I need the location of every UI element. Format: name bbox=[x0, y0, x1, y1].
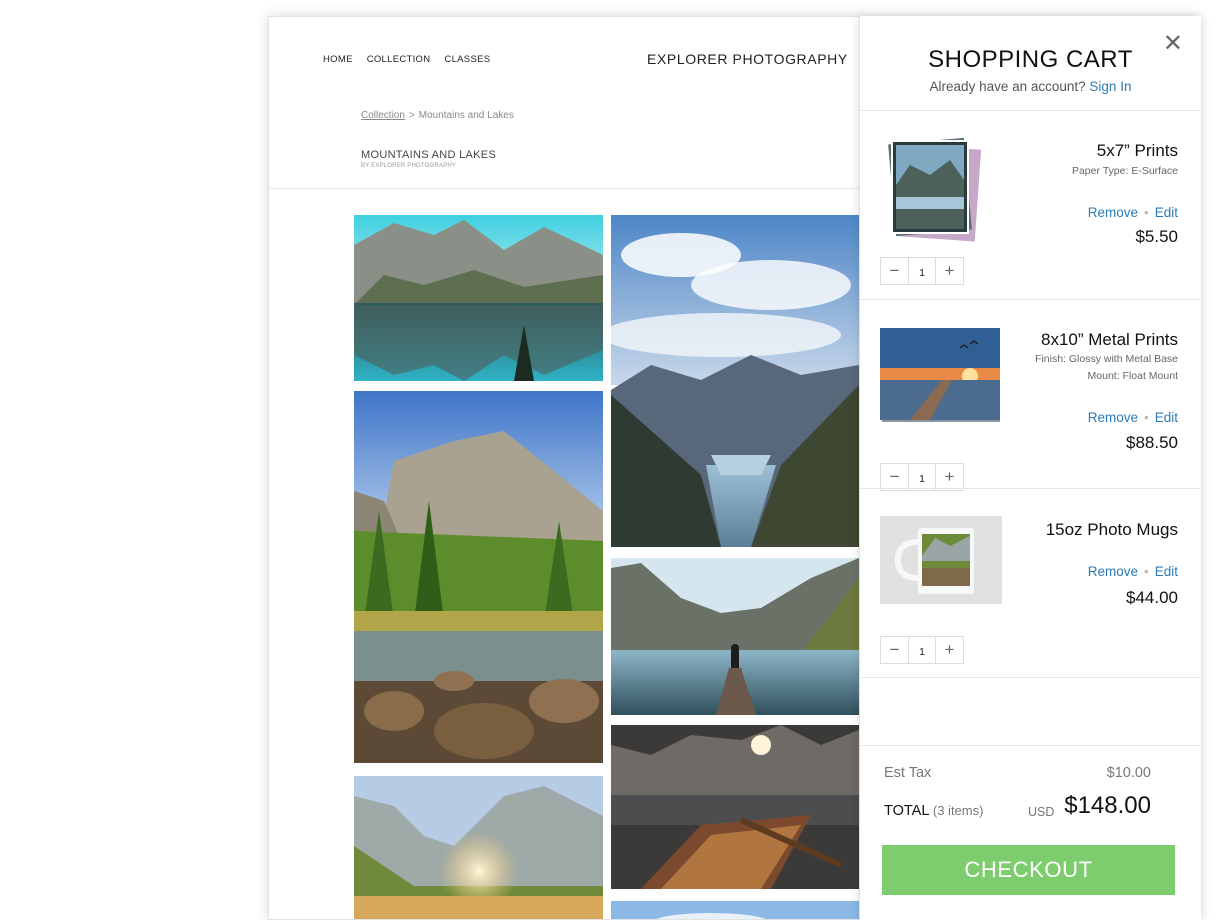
quantity-value[interactable]: 1 bbox=[908, 637, 936, 663]
account-prompt-text: Already have an account? bbox=[929, 79, 1086, 94]
total-item-count: (3 items) bbox=[932, 803, 984, 818]
tax-label: Est Tax bbox=[884, 765, 932, 781]
total-currency: USD bbox=[1028, 805, 1055, 819]
item-price: $44.00 bbox=[1126, 588, 1178, 607]
tax-value: $10.00 bbox=[1106, 765, 1151, 781]
breadcrumb-current: Mountains and Lakes bbox=[418, 110, 514, 121]
item-detail: Paper Type: E-Surface bbox=[1071, 165, 1178, 177]
total-label: TOTAL (3 items) bbox=[884, 803, 983, 819]
item-thumbnail-mug[interactable] bbox=[880, 516, 1002, 609]
nav-classes[interactable]: CLASSES bbox=[444, 54, 490, 65]
breadcrumb-separator: > bbox=[408, 110, 415, 121]
cart-title: SHOPPING CART bbox=[928, 46, 1133, 73]
quantity-stepper: − 1 + bbox=[880, 636, 964, 664]
nav-collection[interactable]: COLLECTION bbox=[367, 54, 431, 65]
gallery-title: MOUNTAINS AND LAKES bbox=[361, 149, 497, 161]
total-label-text: TOTAL bbox=[884, 803, 929, 819]
photo-sky-partial[interactable] bbox=[611, 901, 859, 919]
item-price: $5.50 bbox=[1135, 227, 1178, 246]
close-icon[interactable]: ✕ bbox=[1163, 29, 1183, 58]
item-detail: Mount: Float Mount bbox=[1087, 370, 1178, 382]
totals-divider bbox=[860, 745, 1201, 746]
photo-dock-person-lake[interactable] bbox=[611, 558, 859, 715]
cart-item-photo-mugs: 15oz Photo Mugs Remove • Edit $44.00 − 1 + bbox=[860, 489, 1202, 677]
increment-button[interactable]: + bbox=[936, 258, 963, 284]
photo-yosemite-river[interactable] bbox=[354, 391, 603, 763]
cart-item-metal-prints: 8x10” Metal Prints Finish: Glossy with M… bbox=[860, 300, 1202, 491]
photo-mountain-lake-reflection[interactable] bbox=[354, 215, 603, 381]
decrement-button[interactable]: − bbox=[881, 258, 908, 284]
decrement-button[interactable]: − bbox=[881, 637, 908, 663]
item-name: 5x7” Prints bbox=[1096, 141, 1178, 160]
increment-button[interactable]: + bbox=[936, 637, 963, 663]
cart-item-prints: 5x7” Prints Paper Type: E-Surface Remove… bbox=[860, 111, 1202, 299]
item-detail: Finish: Glossy with Metal Base bbox=[1035, 353, 1178, 365]
quantity-stepper: − 1 + bbox=[880, 463, 964, 491]
photo-lake-valley-clouds[interactable] bbox=[611, 215, 859, 547]
quantity-value[interactable]: 1 bbox=[908, 464, 936, 490]
item-thumbnail-metal-prints[interactable] bbox=[880, 328, 1002, 429]
item-actions: Remove • Edit bbox=[1087, 410, 1178, 425]
gallery-subtitle: BY EXPLORER PHOTOGRAPHY bbox=[361, 163, 457, 169]
nav-home[interactable]: HOME bbox=[323, 54, 353, 65]
photo-boat-mountain-lake[interactable] bbox=[611, 725, 859, 889]
breadcrumb: Collection > Mountains and Lakes bbox=[361, 110, 514, 121]
item-name: 8x10” Metal Prints bbox=[1041, 330, 1178, 349]
remove-link[interactable]: Remove bbox=[1088, 205, 1138, 220]
edit-link[interactable]: Edit bbox=[1155, 410, 1178, 425]
edit-link[interactable]: Edit bbox=[1155, 205, 1178, 220]
checkout-button[interactable]: CHECKOUT bbox=[882, 845, 1175, 895]
sign-in-link[interactable]: Sign In bbox=[1089, 79, 1131, 94]
edit-link[interactable]: Edit bbox=[1155, 564, 1178, 579]
item-actions: Remove • Edit bbox=[1087, 205, 1178, 220]
main-nav: HOME COLLECTION CLASSES bbox=[323, 54, 490, 65]
item-thumbnail-prints[interactable] bbox=[880, 135, 984, 250]
site-brand[interactable]: EXPLORER PHOTOGRAPHY bbox=[647, 51, 848, 67]
decrement-button[interactable]: − bbox=[881, 464, 908, 490]
remove-link[interactable]: Remove bbox=[1088, 564, 1138, 579]
item-name: 15oz Photo Mugs bbox=[1045, 520, 1178, 539]
breadcrumb-collection-link[interactable]: Collection bbox=[361, 110, 405, 121]
shopping-cart-drawer: SHOPPING CART ✕ Already have an account?… bbox=[859, 16, 1201, 920]
quantity-stepper: − 1 + bbox=[880, 257, 964, 285]
cart-divider bbox=[860, 677, 1201, 678]
item-price: $88.50 bbox=[1126, 433, 1178, 452]
quantity-value[interactable]: 1 bbox=[908, 258, 936, 284]
item-actions: Remove • Edit bbox=[1087, 564, 1178, 579]
remove-link[interactable]: Remove bbox=[1088, 410, 1138, 425]
total-value: $148.00 bbox=[1064, 792, 1151, 819]
increment-button[interactable]: + bbox=[936, 464, 963, 490]
cart-account-prompt: Already have an account? Sign In bbox=[860, 79, 1201, 94]
photo-yosemite-sunset[interactable] bbox=[354, 776, 603, 919]
